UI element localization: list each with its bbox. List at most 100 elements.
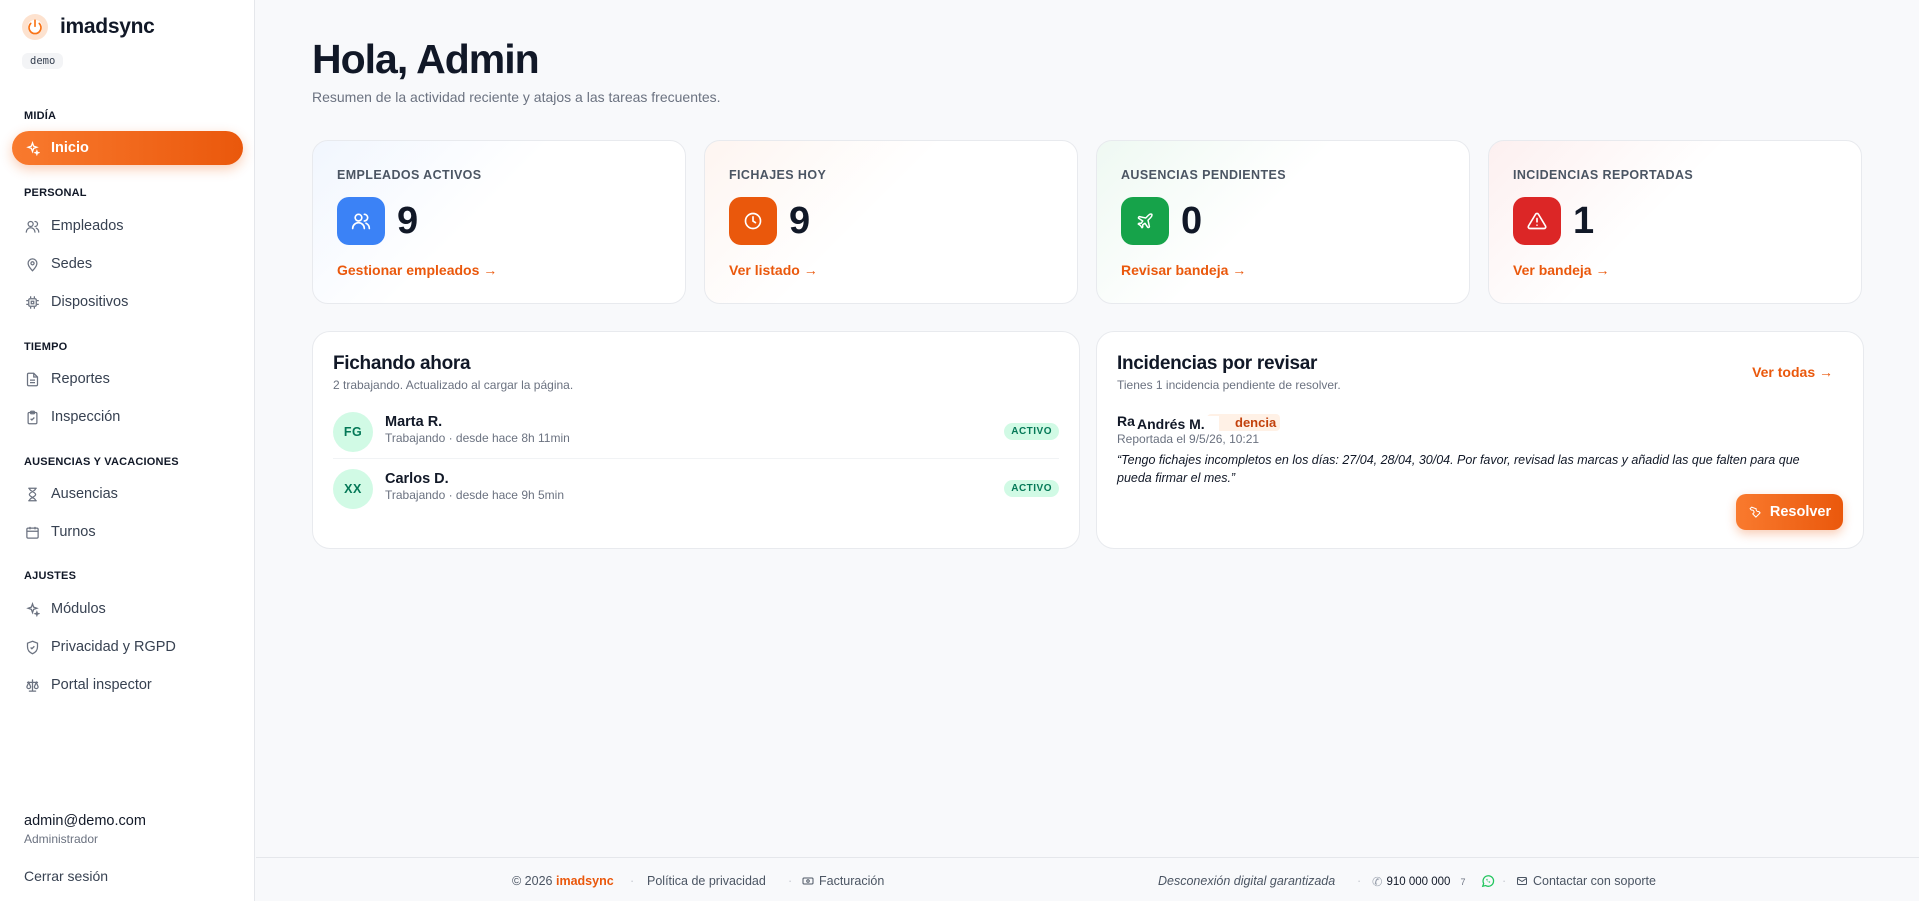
sidebar-item-empleados[interactable]: Empleados bbox=[12, 209, 243, 243]
sidebar-item-label: Inicio bbox=[51, 140, 89, 156]
sidebar-item-turnos[interactable]: Turnos bbox=[12, 515, 243, 549]
sidebar-item-inicio[interactable]: Inicio bbox=[12, 131, 243, 165]
stat-card-incidencias: INCIDENCIAS REPORTADAS 1 Ver bandeja → bbox=[1488, 140, 1862, 304]
sidebar-item-label: Ausencias bbox=[51, 486, 118, 502]
worker-name: Carlos D. bbox=[385, 471, 449, 487]
user-role: Administrador bbox=[24, 832, 99, 846]
sidebar-item-portal-inspector[interactable]: Portal inspector bbox=[12, 668, 243, 702]
logout-link[interactable]: Cerrar sesión bbox=[24, 868, 108, 884]
divider bbox=[333, 458, 1059, 459]
shield-icon bbox=[24, 639, 40, 655]
stat-value: 1 bbox=[1573, 200, 1595, 242]
calendar-icon bbox=[24, 524, 40, 540]
working-now-panel: Fichando ahora 2 trabajando. Actualizado… bbox=[312, 331, 1080, 549]
resolve-button-label: Resolver bbox=[1769, 504, 1832, 520]
sidebar-item-inspeccion[interactable]: Inspección bbox=[12, 400, 243, 434]
avatar: XX bbox=[333, 469, 373, 509]
hourglass-icon bbox=[24, 486, 40, 502]
clipboard-check-icon bbox=[24, 409, 40, 425]
footer-copyright: © 2026 imadsync bbox=[512, 874, 614, 888]
power-logo-icon bbox=[22, 14, 48, 40]
stat-value: 9 bbox=[789, 200, 811, 242]
chip-icon bbox=[24, 294, 40, 310]
sparkle-icon bbox=[24, 140, 40, 156]
footer-tagline: Desconexión digital garantizada bbox=[1158, 874, 1336, 888]
stat-label: FICHAJES HOY bbox=[729, 168, 827, 182]
panel-subtitle: 2 trabajando. Actualizado al cargar la p… bbox=[333, 378, 574, 392]
avatar: FG bbox=[333, 412, 373, 452]
review-inbox-link[interactable]: Revisar bandeja → bbox=[1121, 262, 1246, 278]
sidebar-item-sedes[interactable]: Sedes bbox=[12, 247, 243, 281]
billing-icon bbox=[802, 875, 814, 887]
panel-subtitle: Tienes 1 incidencia pendiente de resolve… bbox=[1117, 378, 1341, 392]
separator: · bbox=[1502, 874, 1507, 888]
sidebar-item-label: Inspección bbox=[51, 409, 121, 425]
manage-employees-link[interactable]: Gestionar empleados → bbox=[337, 262, 497, 278]
sidebar-item-label: Turnos bbox=[51, 524, 96, 540]
alert-triangle-icon bbox=[1513, 197, 1561, 245]
stat-card-ausencias: AUSENCIAS PENDIENTES 0 Revisar bandeja → bbox=[1096, 140, 1470, 304]
sidebar-item-label: Sedes bbox=[51, 256, 93, 272]
stat-value: 0 bbox=[1181, 200, 1203, 242]
worker-status: Trabajando · desde hace 9h 5min bbox=[385, 488, 565, 502]
brand[interactable]: imadsync bbox=[22, 14, 155, 40]
list-item[interactable]: FG Marta R. Trabajando · desde hace 8h 1… bbox=[333, 408, 1059, 456]
phone-link[interactable]: ✆ 910 000 000 7 bbox=[1372, 874, 1465, 889]
sidebar-item-label: Reportes bbox=[51, 371, 110, 387]
view-list-link[interactable]: Ver listado → bbox=[729, 262, 818, 278]
worker-status: Trabajando · desde hace 8h 11min bbox=[385, 431, 570, 445]
view-inbox-link[interactable]: Ver bandeja → bbox=[1513, 262, 1609, 278]
billing-link[interactable]: Facturación bbox=[802, 874, 884, 888]
view-all-link[interactable]: Ver todas → bbox=[1752, 364, 1833, 380]
sidebar-item-label: Portal inspector bbox=[51, 677, 152, 693]
nav-section-personal: PERSONAL bbox=[24, 187, 87, 199]
footer-brand: imadsync bbox=[555, 874, 614, 888]
wrench-icon bbox=[1748, 505, 1762, 519]
nav-section-tiempo: TIEMPO bbox=[24, 341, 68, 353]
incident-message: “Tengo fichajes incompletos en los días:… bbox=[1117, 453, 1800, 485]
list-item[interactable]: XX Carlos D. Trabajando · desde hace 9h … bbox=[333, 465, 1059, 513]
privacy-policy-link[interactable]: Política de privacidad bbox=[647, 874, 766, 888]
clock-icon bbox=[729, 197, 777, 245]
stat-card-fichajes: FICHAJES HOY 9 Ver listado → bbox=[704, 140, 1078, 304]
separator: · bbox=[1357, 874, 1362, 888]
stat-value: 9 bbox=[397, 200, 419, 242]
map-pin-icon bbox=[24, 256, 40, 272]
nav-section-ausencias: AUSENCIAS Y VACACIONES bbox=[24, 456, 179, 468]
sparkle-icon bbox=[24, 601, 40, 617]
sidebar-item-ausencias[interactable]: Ausencias bbox=[12, 477, 243, 511]
users-icon bbox=[337, 197, 385, 245]
sidebar-item-reportes[interactable]: Reportes bbox=[12, 362, 243, 396]
panel-title: Incidencias por revisar bbox=[1117, 353, 1318, 374]
footer: © 2026 imadsync · Política de privacidad… bbox=[256, 857, 1919, 901]
sidebar: imadsync demo MIDÍA Inicio PERSONAL Empl… bbox=[0, 0, 255, 901]
status-badge: ACTIVO bbox=[1004, 423, 1059, 440]
incidents-panel: Incidencias por revisar Tienes 1 inciden… bbox=[1096, 331, 1864, 549]
stat-label: INCIDENCIAS REPORTADAS bbox=[1513, 168, 1694, 182]
sidebar-item-modulos[interactable]: Módulos bbox=[12, 592, 243, 626]
worker-name: Marta R. bbox=[385, 414, 443, 430]
plane-icon bbox=[1121, 197, 1169, 245]
sidebar-item-label: Privacidad y RGPD bbox=[51, 639, 176, 655]
nav-section-ajustes: AJUSTES bbox=[24, 570, 77, 582]
whatsapp-icon[interactable] bbox=[1481, 874, 1495, 891]
panel-title: Fichando ahora bbox=[333, 353, 471, 374]
separator: · bbox=[788, 874, 793, 888]
incident-employee-name: Andrés M. bbox=[1137, 416, 1219, 432]
incident-title-prefix: Ra bbox=[1117, 413, 1135, 429]
user-email: admin@demo.com bbox=[24, 813, 146, 829]
brand-name: imadsync bbox=[60, 15, 155, 38]
phone-icon: ✆ bbox=[1372, 875, 1383, 889]
scale-icon bbox=[24, 677, 40, 693]
status-badge: ACTIVO bbox=[1004, 480, 1059, 497]
stat-card-empleados: EMPLEADOS ACTIVOS 9 Gestionar empleados … bbox=[312, 140, 686, 304]
page-title: Hola, Admin bbox=[312, 36, 540, 82]
nav-section-midia: MIDÍA bbox=[24, 110, 57, 122]
resolve-button[interactable]: Resolver bbox=[1736, 494, 1843, 530]
sidebar-item-privacidad[interactable]: Privacidad y RGPD bbox=[12, 630, 243, 664]
sidebar-item-dispositivos[interactable]: Dispositivos bbox=[12, 285, 243, 319]
contact-support-link[interactable]: Contactar con soporte bbox=[1516, 874, 1656, 888]
mail-icon bbox=[1516, 875, 1528, 887]
incident-date: Reportada el 9/5/26, 10:21 bbox=[1117, 432, 1260, 446]
file-text-icon bbox=[24, 371, 40, 387]
